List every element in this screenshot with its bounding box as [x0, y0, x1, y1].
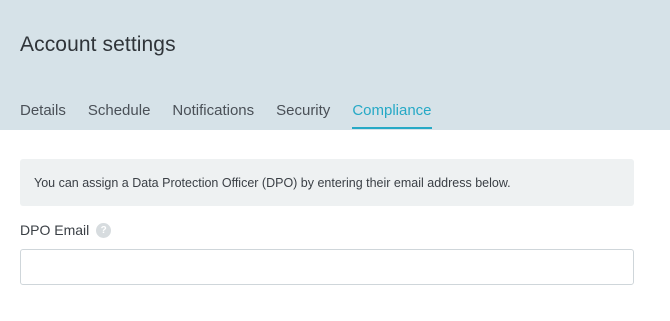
dpo-info-text: You can assign a Data Protection Officer…: [34, 175, 511, 190]
dpo-email-input[interactable]: [20, 249, 634, 285]
tab-notifications[interactable]: Notifications: [172, 102, 254, 129]
tab-details[interactable]: Details: [20, 102, 66, 129]
dpo-email-label: DPO Email: [20, 222, 90, 238]
tab-schedule[interactable]: Schedule: [88, 102, 151, 129]
settings-tabs: Details Schedule Notifications Security …: [20, 102, 454, 129]
question-mark-icon[interactable]: ?: [96, 223, 112, 238]
tab-compliance[interactable]: Compliance: [352, 102, 432, 129]
dpo-email-label-row: DPO Email ?: [20, 222, 112, 238]
page-title: Account settings: [20, 33, 176, 56]
tab-security[interactable]: Security: [276, 102, 330, 129]
dpo-info-notice: You can assign a Data Protection Officer…: [20, 159, 634, 206]
settings-header: Account settings Details Schedule Notifi…: [0, 0, 670, 130]
